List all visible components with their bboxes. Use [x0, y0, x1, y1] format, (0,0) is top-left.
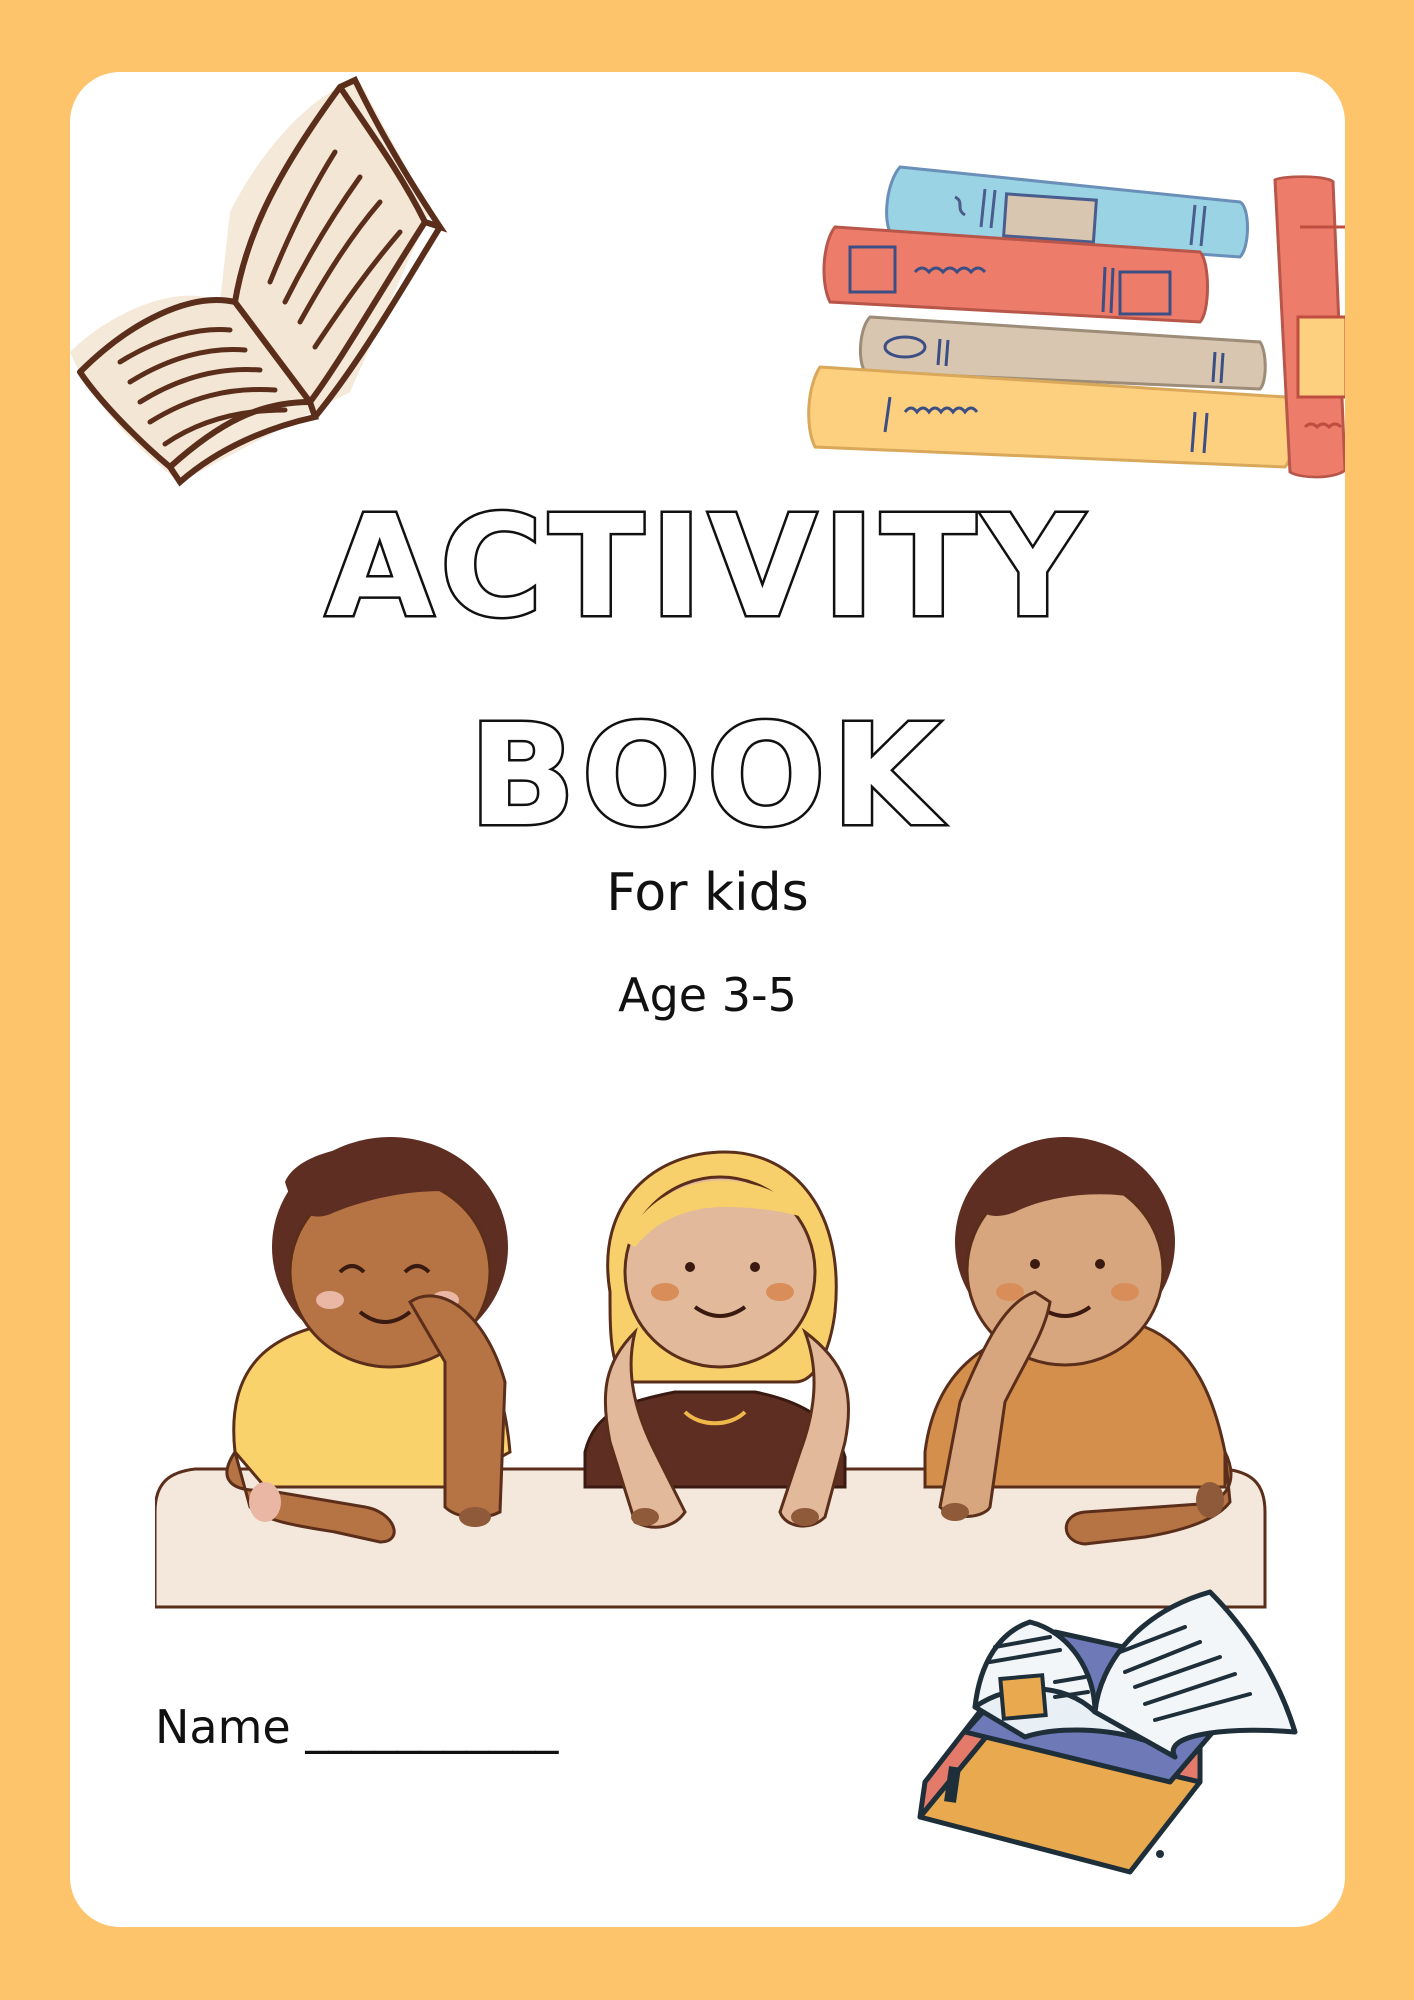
cover-card: ACTIVITY BOOK For kids Age 3-5 Name ____… [70, 72, 1345, 1927]
age-range: Age 3-5 [618, 968, 797, 1022]
name-field-label: Name ___________ [155, 1700, 559, 1754]
children-at-table-icon [155, 1137, 1267, 1609]
book-stack-icon [807, 165, 1345, 479]
subtitle: For kids [606, 863, 809, 923]
title-line-1: ACTIVITY [323, 486, 1090, 649]
open-book-on-books-icon [917, 1589, 1298, 1875]
page: { "cover": { "title_line1": "ACTIVITY", … [0, 0, 1414, 2000]
open-book-sketch-icon [70, 76, 448, 487]
title-line-2: BOOK [466, 695, 947, 858]
